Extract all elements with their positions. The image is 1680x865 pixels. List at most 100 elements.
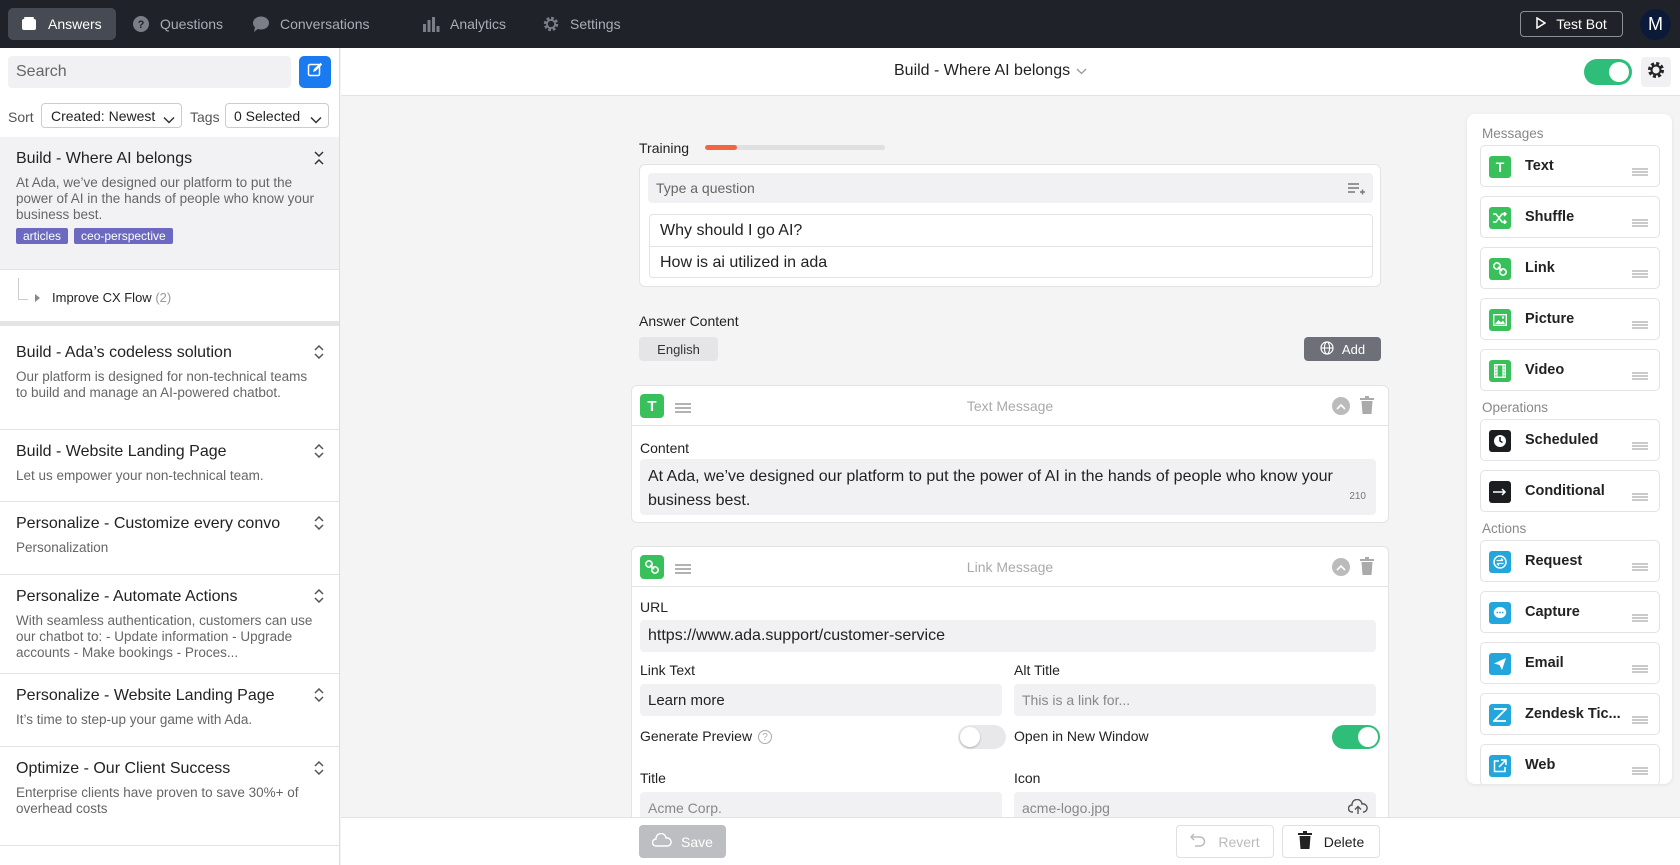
question-input[interactable]: [648, 173, 1373, 203]
open-new-window-toggle[interactable]: [1332, 725, 1380, 749]
answer-tags: articles ceo-perspective: [16, 223, 324, 245]
tab-answers[interactable]: Answers: [8, 8, 116, 40]
drag-handle-icon[interactable]: [1632, 367, 1648, 385]
palette-item-text[interactable]: T Text: [1480, 145, 1660, 187]
zendesk-icon: [1489, 704, 1511, 726]
add-language-button[interactable]: Add: [1304, 337, 1381, 361]
answer-title: Personalize - Customize every convo: [16, 515, 281, 532]
palette-item-request[interactable]: Request: [1480, 540, 1660, 582]
palette-item-video[interactable]: Video: [1480, 349, 1660, 391]
question-item[interactable]: How is ai utilized in ada: [650, 247, 1372, 279]
drag-handle-icon[interactable]: [1632, 660, 1648, 678]
answer-list-item[interactable]: Build - Where AI belongs At Ada, we’ve d…: [0, 137, 339, 270]
palette-item-link[interactable]: Link: [1480, 247, 1660, 289]
language-tab-english[interactable]: English: [639, 337, 718, 361]
palette-item-scheduled[interactable]: Scheduled: [1480, 419, 1660, 461]
drag-handle-icon[interactable]: [1632, 214, 1648, 232]
cloud-upload-icon[interactable]: [1347, 798, 1368, 818]
answer-list-item[interactable]: Personalize - Website Landing Page It’s …: [0, 674, 339, 747]
test-bot-button[interactable]: Test Bot: [1520, 11, 1623, 37]
collapse-block-icon[interactable]: [1332, 397, 1350, 415]
content-textarea[interactable]: At Ada, we’ve designed our platform to p…: [640, 459, 1376, 515]
expand-icon[interactable]: [314, 443, 324, 459]
open-new-window-label: Open in New Window: [1014, 728, 1149, 744]
palette-item-label: Zendesk Tic...: [1525, 706, 1621, 722]
drag-handle-icon[interactable]: [1632, 558, 1648, 576]
drag-handle-icon[interactable]: [1632, 437, 1648, 455]
palette-item-capture[interactable]: Capture: [1480, 591, 1660, 633]
email-icon: [1489, 653, 1511, 675]
tag-chip[interactable]: articles: [16, 228, 69, 244]
question-item[interactable]: Why should I go AI?: [650, 215, 1372, 247]
palette-item-web[interactable]: Web: [1480, 744, 1660, 784]
search-input[interactable]: [8, 56, 291, 88]
revert-button[interactable]: Revert: [1176, 825, 1274, 858]
drag-handle-icon[interactable]: [1632, 316, 1648, 334]
content-text: At Ada, we’ve designed our platform to p…: [648, 468, 1333, 509]
answer-settings-button[interactable]: [1641, 57, 1671, 87]
block-title: Link Message: [966, 559, 1054, 575]
answer-list-item[interactable]: Optimize - Our Client Success Enterprise…: [0, 747, 339, 846]
answer-description: Personalization: [16, 540, 109, 555]
expand-icon[interactable]: [314, 687, 324, 703]
answer-list-item[interactable]: Build - Website Landing Page Let us empo…: [0, 430, 339, 502]
trash-icon[interactable]: [1360, 396, 1374, 419]
bar-chart-icon: [422, 15, 440, 33]
collapse-icon[interactable]: [314, 151, 324, 165]
alt-title-input[interactable]: This is a link for...: [1014, 684, 1376, 716]
url-input[interactable]: https://www.ada.support/customer-service: [640, 620, 1376, 652]
url-value: https://www.ada.support/customer-service: [648, 627, 946, 644]
expand-icon[interactable]: [314, 760, 324, 776]
block-header: T Text Message: [632, 386, 1388, 426]
new-answer-button[interactable]: [299, 56, 331, 88]
block-title: Text Message: [966, 398, 1054, 414]
tab-analytics[interactable]: Analytics: [410, 8, 520, 40]
palette-item-email[interactable]: Email: [1480, 642, 1660, 684]
add-list-icon[interactable]: [1347, 182, 1365, 201]
generate-preview-toggle[interactable]: [958, 725, 1006, 749]
answer-enabled-toggle[interactable]: [1584, 59, 1632, 85]
drag-handle-icon[interactable]: [1632, 163, 1648, 181]
answer-list-item[interactable]: Personalize - Customize every convo Pers…: [0, 502, 339, 575]
tab-questions[interactable]: ? Questions: [120, 8, 237, 40]
play-icon: [1536, 16, 1547, 32]
palette-item-label: Scheduled: [1525, 432, 1599, 448]
avatar[interactable]: M: [1640, 9, 1671, 40]
sort-select[interactable]: Created: Newest: [41, 103, 182, 128]
answer-list-item[interactable]: Personalize - Automate Actions With seam…: [0, 575, 339, 674]
delete-button[interactable]: Delete: [1282, 825, 1380, 858]
palette-section-actions: Actions: [1482, 521, 1527, 536]
sub-flow-row[interactable]: Improve CX Flow (2): [0, 270, 339, 326]
drag-handle-icon[interactable]: [1632, 609, 1648, 627]
trash-icon[interactable]: [1360, 557, 1374, 580]
block-palette: Messages T Text Shuffle Link Picture Vid…: [1467, 114, 1672, 784]
tags-select[interactable]: 0 Selected: [225, 103, 329, 128]
save-button[interactable]: Save: [639, 825, 726, 858]
caret-right-icon[interactable]: [35, 294, 40, 302]
answer-title-dropdown[interactable]: Build - Where AI belongs: [894, 62, 1087, 80]
revert-label: Revert: [1218, 833, 1260, 850]
drag-handle-icon[interactable]: [1632, 711, 1648, 729]
collapse-block-icon[interactable]: [1332, 558, 1350, 576]
answer-list-item[interactable]: Build - Ada’s codeless solution Our plat…: [0, 331, 339, 430]
link-icon: [1489, 258, 1511, 280]
drag-handle-icon[interactable]: [1632, 265, 1648, 283]
expand-icon[interactable]: [314, 588, 324, 604]
drag-handle-icon[interactable]: [1632, 762, 1648, 780]
tab-conversations[interactable]: Conversations: [240, 8, 384, 40]
text-message-block: T Text Message Content At Ada, we’ve des…: [631, 385, 1389, 523]
expand-icon[interactable]: [314, 515, 324, 531]
palette-item-shuffle[interactable]: Shuffle: [1480, 196, 1660, 238]
link-text-input[interactable]: Learn more: [640, 684, 1002, 716]
gear-icon: [542, 15, 560, 33]
drag-handle-icon[interactable]: [1632, 488, 1648, 506]
palette-item-zendesk[interactable]: Zendesk Tic...: [1480, 693, 1660, 735]
palette-item-picture[interactable]: Picture: [1480, 298, 1660, 340]
text-icon: T: [1489, 156, 1511, 178]
palette-item-conditional[interactable]: Conditional: [1480, 470, 1660, 512]
tab-settings[interactable]: Settings: [530, 8, 635, 40]
tag-chip[interactable]: ceo-perspective: [74, 228, 173, 244]
compose-icon: [307, 62, 323, 83]
help-icon[interactable]: ?: [758, 730, 773, 745]
expand-icon[interactable]: [314, 344, 324, 360]
